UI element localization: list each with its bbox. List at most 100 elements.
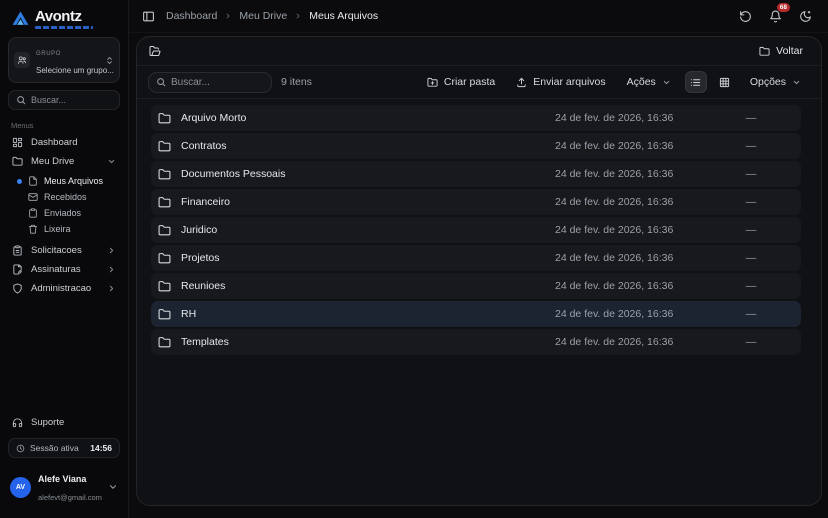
modified-date: 24 de fev. de 2026, 16:36: [555, 112, 705, 124]
sidebar-item-suporte[interactable]: Suporte: [0, 413, 128, 431]
modified-date: 24 de fev. de 2026, 16:36: [555, 336, 705, 348]
sidebar-item-assinaturas[interactable]: Assinaturas: [0, 260, 128, 279]
file-search-input[interactable]: [171, 77, 264, 88]
drive-sub-list: Meus Arquivos Recebidos Enviados: [0, 173, 128, 237]
table-row[interactable]: Arquivo Morto 24 de fev. de 2026, 16:36 …: [151, 105, 801, 131]
sidebar-item-dashboard[interactable]: Dashboard: [0, 133, 128, 152]
sidebar-item-enviados[interactable]: Enviados: [0, 205, 128, 221]
sidebar-item-lixeira[interactable]: Lixeira: [0, 221, 128, 237]
folder-icon: [158, 280, 171, 293]
sidebar-nav: Dashboard Meu Drive Meus Arquivos: [0, 133, 128, 298]
folder-open-icon: [149, 45, 161, 57]
chevron-right-icon: [107, 246, 116, 255]
back-button-label: Voltar: [776, 45, 803, 57]
clipboard-list-icon: [12, 245, 23, 256]
size-value: —: [705, 112, 797, 124]
sidebar: Avontz GRUPO Selecione um grupo... Menus…: [0, 0, 129, 518]
avatar: AV: [10, 477, 31, 498]
undo-icon[interactable]: [739, 10, 752, 23]
brand-name: Avontz: [35, 9, 93, 25]
list-view-button[interactable]: [685, 71, 707, 93]
notifications-bell-icon[interactable]: 68: [769, 10, 782, 23]
shield-icon: [12, 283, 23, 294]
theme-moon-icon[interactable]: [799, 10, 812, 23]
breadcrumb-item-meu-drive[interactable]: Meu Drive: [239, 10, 287, 22]
table-row[interactable]: Financeiro 24 de fev. de 2026, 16:36 —: [151, 189, 801, 215]
sidebar-search-input[interactable]: [31, 95, 112, 105]
brand-logo: Avontz: [0, 0, 128, 31]
topbar: Dashboard Meu Drive Meus Arquivos 68: [129, 0, 828, 33]
sidebar-item-label: Administracao: [31, 283, 99, 294]
session-label: Sessão ativa: [30, 443, 85, 453]
file-signature-icon: [12, 264, 23, 275]
chevron-down-icon: [662, 78, 671, 87]
modified-date: 24 de fev. de 2026, 16:36: [555, 196, 705, 208]
table-row[interactable]: Contratos 24 de fev. de 2026, 16:36 —: [151, 133, 801, 159]
brand-logo-icon: [10, 9, 31, 28]
breadcrumb-item-dashboard[interactable]: Dashboard: [166, 10, 217, 22]
table-row[interactable]: RH 24 de fev. de 2026, 16:36 —: [151, 301, 801, 327]
folder-icon: [12, 156, 23, 167]
folder-icon: [158, 224, 171, 237]
folder-name: Reunioes: [181, 280, 555, 292]
headphones-icon: [12, 417, 23, 428]
sidebar-item-meus-arquivos[interactable]: Meus Arquivos: [0, 173, 128, 189]
sidebar-item-recebidos[interactable]: Recebidos: [0, 189, 128, 205]
sidebar-item-label: Enviados: [44, 208, 81, 218]
sidebar-item-meu-drive[interactable]: Meu Drive: [0, 152, 128, 171]
chevron-right-icon: [107, 284, 116, 293]
size-value: —: [705, 280, 797, 292]
user-menu[interactable]: AV Alefe Viana alefevt@gmail.com: [0, 458, 128, 518]
chevron-down-icon: [107, 157, 116, 166]
size-value: —: [705, 168, 797, 180]
size-value: —: [705, 252, 797, 264]
sidebar-item-label: Dashboard: [31, 137, 116, 148]
folder-name: Arquivo Morto: [181, 112, 555, 124]
options-dropdown-button[interactable]: Opções: [741, 72, 810, 92]
file-search[interactable]: [148, 72, 272, 93]
folder-name: Financeiro: [181, 196, 555, 208]
table-row[interactable]: Documentos Pessoais 24 de fev. de 2026, …: [151, 161, 801, 187]
chevron-right-icon: [107, 265, 116, 274]
users-icon: [17, 55, 27, 65]
chevron-down-icon: [792, 78, 801, 87]
trash-icon: [28, 224, 38, 234]
active-indicator-dot: [17, 179, 22, 184]
clock-icon: [16, 444, 25, 453]
chevron-down-icon: [108, 482, 118, 492]
dashboard-icon: [12, 137, 23, 148]
sidebar-item-label: Recebidos: [44, 192, 87, 202]
size-value: —: [705, 196, 797, 208]
modified-date: 24 de fev. de 2026, 16:36: [555, 252, 705, 264]
file-icon: [28, 176, 38, 186]
table-row[interactable]: Templates 24 de fev. de 2026, 16:36 —: [151, 329, 801, 355]
sidebar-item-administracao[interactable]: Administracao: [0, 279, 128, 298]
user-name: Alefe Viana: [38, 474, 86, 484]
upload-files-button[interactable]: Enviar arquivos: [507, 72, 614, 92]
sidebar-toggle-icon[interactable]: [142, 10, 155, 23]
folder-list: Arquivo Morto 24 de fev. de 2026, 16:36 …: [137, 99, 821, 365]
create-folder-button[interactable]: Criar pasta: [418, 72, 504, 92]
options-label: Opções: [750, 76, 786, 88]
sidebar-search[interactable]: [8, 90, 120, 110]
notification-count-badge: 68: [777, 3, 790, 12]
panel-header: Voltar: [137, 37, 821, 66]
table-row[interactable]: Projetos 24 de fev. de 2026, 16:36 —: [151, 245, 801, 271]
user-email: alefevt@gmail.com: [38, 493, 102, 502]
table-row[interactable]: Juridico 24 de fev. de 2026, 16:36 —: [151, 217, 801, 243]
upload-icon: [516, 77, 527, 88]
folder-name: Contratos: [181, 140, 555, 152]
grid-view-button[interactable]: [714, 71, 736, 93]
folder-icon: [158, 336, 171, 349]
folder-plus-icon: [427, 77, 438, 88]
sidebar-item-label: Suporte: [31, 417, 64, 428]
folder-name: RH: [181, 308, 555, 320]
sidebar-item-solicitacoes[interactable]: Solicitacoes: [0, 241, 128, 260]
actions-dropdown-button[interactable]: Ações: [618, 72, 680, 92]
group-select-label: GRUPO: [36, 51, 61, 57]
back-button[interactable]: Voltar: [753, 42, 809, 60]
menus-section-label: Menus: [11, 121, 117, 130]
group-select[interactable]: GRUPO Selecione um grupo...: [8, 37, 120, 83]
create-folder-label: Criar pasta: [444, 76, 495, 88]
table-row[interactable]: Reunioes 24 de fev. de 2026, 16:36 —: [151, 273, 801, 299]
